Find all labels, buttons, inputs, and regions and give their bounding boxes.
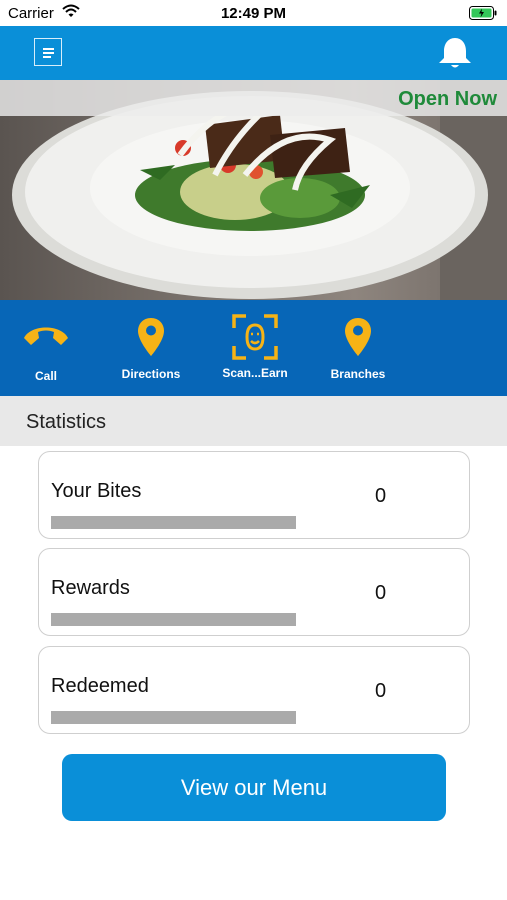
battery-charging-icon xyxy=(469,6,497,20)
scan-face-icon xyxy=(232,314,278,360)
bell-icon[interactable] xyxy=(435,36,475,70)
action-bar: Call Directions Scan...Earn Branches xyxy=(0,300,507,396)
branches-label: Branches xyxy=(330,367,386,381)
map-pin-icon xyxy=(138,318,164,356)
stat-label: Rewards xyxy=(51,577,130,599)
status-time: 12:49 PM xyxy=(220,5,287,22)
view-menu-button[interactable]: View our Menu xyxy=(62,754,446,821)
stat-label: Your Bites xyxy=(51,480,142,502)
stat-value: 0 xyxy=(375,680,387,702)
scan-earn-button[interactable]: Scan...Earn xyxy=(210,300,300,396)
stat-card-rewards: Rewards 0 xyxy=(38,548,470,636)
statistics-title: Statistics xyxy=(26,411,107,433)
call-label: Call xyxy=(34,369,57,383)
phone-icon xyxy=(24,327,68,345)
stat-card-redeemed: Redeemed 0 xyxy=(38,646,470,734)
hero-image: Open Now xyxy=(0,80,507,300)
stat-card-bites: Your Bites 0 xyxy=(38,451,470,539)
statistics-header: Statistics xyxy=(0,396,507,446)
map-pin-icon xyxy=(345,318,371,356)
status-bar: Carrier 12:49 PM xyxy=(0,0,507,26)
directions-button[interactable]: Directions xyxy=(108,300,194,396)
progress-bar xyxy=(51,711,296,724)
call-button[interactable]: Call xyxy=(0,300,92,396)
stat-value: 0 xyxy=(375,582,387,604)
branches-button[interactable]: Branches xyxy=(318,300,398,396)
menu-icon[interactable] xyxy=(34,38,62,66)
open-status: Open Now xyxy=(398,88,497,110)
progress-bar xyxy=(51,516,296,529)
top-bar xyxy=(0,26,507,80)
progress-bar xyxy=(51,613,296,626)
directions-label: Directions xyxy=(121,367,181,381)
stat-value: 0 xyxy=(375,485,387,507)
stat-label: Redeemed xyxy=(51,675,149,697)
scan-earn-label: Scan...Earn xyxy=(222,366,288,380)
open-status-bar: Open Now xyxy=(0,80,507,116)
